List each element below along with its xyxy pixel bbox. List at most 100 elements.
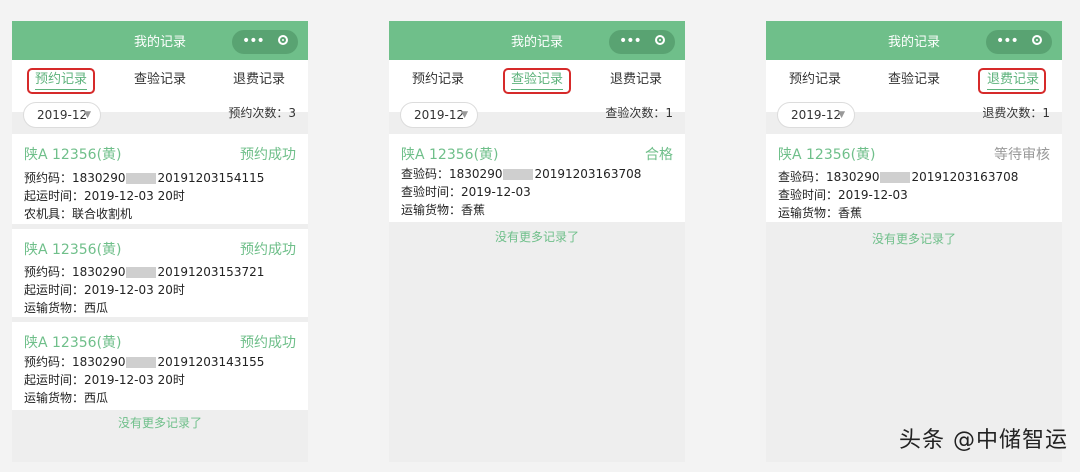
extra-row: 运输货物：香蕉 <box>401 201 485 218</box>
extra-label: 运输货物： <box>401 203 462 217</box>
code-prefix: 1830290 <box>72 265 126 279</box>
chevron-down-icon: ▼ <box>461 110 468 120</box>
code-row: 预约码： 1830290 20191203153721 <box>24 263 264 280</box>
redacted-block <box>503 168 534 180</box>
extra-row: 运输货物：西瓜 <box>24 389 108 406</box>
code-prefix: 1830290 <box>72 171 126 185</box>
time-row: 起运时间：2019-12-03 20时 <box>24 371 185 388</box>
time-row: 查验时间：2019-12-03 <box>401 183 531 200</box>
time-value: 2019-12-03 20时 <box>84 283 185 297</box>
no-more-records: 没有更多记录了 <box>494 230 579 244</box>
redacted-block <box>126 356 157 368</box>
tab-label: 预约记录 <box>411 72 464 87</box>
time-label: 查验时间： <box>401 185 462 199</box>
month-filter-value: 2019-12 <box>791 108 842 122</box>
code-suffix: 20191203154115 <box>157 171 265 185</box>
time-label: 起运时间： <box>24 283 85 297</box>
time-value: 2019-12-03 20时 <box>84 189 185 203</box>
code-suffix: 20191203163708 <box>534 167 642 181</box>
status-badge: 预约成功 <box>240 335 296 351</box>
plate-number: 陕A 12356(黄) <box>24 335 122 351</box>
code-prefix: 1830290 <box>72 355 126 369</box>
tab-reservation[interactable]: 预约记录 <box>389 60 487 100</box>
title-bar: 我的记录 ••• <box>12 21 308 60</box>
code-suffix: 20191203143155 <box>157 355 265 369</box>
tab-inspection[interactable]: 查验记录 <box>111 60 209 100</box>
redacted-block <box>126 172 157 184</box>
more-dots-icon[interactable]: ••• <box>242 30 265 52</box>
time-label: 起运时间： <box>24 373 85 387</box>
record-count: 查验次数：1 <box>605 106 673 120</box>
extra-value: 香蕉 <box>461 203 486 217</box>
mini-program-capsule[interactable]: ••• <box>609 30 675 54</box>
time-row: 起运时间：2019-12-03 20时 <box>24 187 185 204</box>
plate-number: 陕A 12356(黄) <box>778 147 876 163</box>
target-circle-icon[interactable] <box>1032 35 1042 45</box>
tab-label: 预约记录 <box>788 72 841 87</box>
code-row: 查验码： 1830290 20191203163708 <box>778 168 1018 185</box>
no-more-records: 没有更多记录了 <box>871 232 956 246</box>
tab-refund[interactable]: 退费记录 <box>587 60 685 100</box>
highlight-box <box>27 68 95 94</box>
record-card[interactable]: 陕A 12356(黄) 预约成功 预约码： 1830290 201912031537… <box>12 229 308 317</box>
extra-value: 香蕉 <box>838 206 863 220</box>
record-card[interactable]: 陕A 12356(黄) 预约成功 预约码： 1830290 201912031431… <box>12 322 308 410</box>
tab-reservation[interactable]: 预约记录 <box>766 60 864 100</box>
month-filter[interactable]: 2019-12 ▼ <box>777 102 855 128</box>
time-row: 起运时间：2019-12-03 20时 <box>24 281 185 298</box>
plate-number: 陕A 12356(黄) <box>24 242 122 258</box>
extra-label: 运输货物： <box>24 391 85 405</box>
code-prefix: 1830290 <box>826 170 880 184</box>
chevron-down-icon: ▼ <box>84 110 91 120</box>
extra-value: 西瓜 <box>84 391 109 405</box>
title-bar: 我的记录 ••• <box>766 21 1062 60</box>
code-label: 预约码： <box>24 265 73 279</box>
code-row: 预约码： 1830290 20191203154115 <box>24 169 264 186</box>
tab-refund[interactable]: 退费记录 <box>210 60 308 100</box>
phone-screen-refund: 我的记录 ••• 预约记录 查验记录 退费记录 2019-12 ▼ 退费次数：1… <box>766 21 1062 462</box>
extra-value: 联合收割机 <box>72 207 133 221</box>
tab-label: 退费记录 <box>232 72 285 87</box>
no-more-records: 没有更多记录了 <box>117 416 202 430</box>
code-row: 查验码： 1830290 20191203163708 <box>401 165 641 182</box>
mini-program-capsule[interactable]: ••• <box>232 30 298 54</box>
extra-label: 运输货物： <box>778 206 839 220</box>
tab-label: 查验记录 <box>887 72 940 87</box>
record-count: 预约次数：3 <box>228 106 296 120</box>
record-card[interactable]: 陕A 12356(黄) 预约成功 预约码： 1830290 201912031541… <box>12 134 308 224</box>
extra-label: 农机具： <box>24 207 73 221</box>
code-label: 查验码： <box>778 170 827 184</box>
month-filter[interactable]: 2019-12 ▼ <box>400 102 478 128</box>
record-count: 退费次数：1 <box>982 106 1050 120</box>
time-value: 2019-12-03 20时 <box>84 373 185 387</box>
chevron-down-icon: ▼ <box>838 110 845 120</box>
plate-number: 陕A 12356(黄) <box>401 147 499 163</box>
phone-screen-reservation: 我的记录 ••• 预约记录 查验记录 退费记录 2019-12 ▼ 预约次数：3… <box>12 21 308 462</box>
code-prefix: 1830290 <box>449 167 503 181</box>
time-row: 查验时间：2019-12-03 <box>778 186 908 203</box>
highlight-box <box>978 68 1046 94</box>
tab-label: 查验记录 <box>133 72 186 87</box>
tab-inspection[interactable]: 查验记录 <box>865 60 963 100</box>
time-value: 2019-12-03 <box>838 188 908 202</box>
record-card[interactable]: 陕A 12356(黄) 等待审核 查验码： 1830290 201912031637… <box>766 134 1062 222</box>
month-filter-value: 2019-12 <box>37 108 88 122</box>
plate-number: 陕A 12356(黄) <box>24 147 122 163</box>
highlight-box <box>503 68 571 94</box>
extra-row: 运输货物：西瓜 <box>24 299 108 316</box>
record-card[interactable]: 陕A 12356(黄) 合格 查验码： 1830290 20191203163708… <box>389 134 685 222</box>
status-badge: 预约成功 <box>240 242 296 258</box>
tab-label: 退费记录 <box>609 72 662 87</box>
month-filter-value: 2019-12 <box>414 108 465 122</box>
month-filter[interactable]: 2019-12 ▼ <box>23 102 101 128</box>
extra-value: 西瓜 <box>84 301 109 315</box>
code-label: 预约码： <box>24 171 73 185</box>
code-row: 预约码： 1830290 20191203143155 <box>24 353 264 370</box>
target-circle-icon[interactable] <box>655 35 665 45</box>
time-label: 起运时间： <box>24 189 85 203</box>
target-circle-icon[interactable] <box>278 35 288 45</box>
time-value: 2019-12-03 <box>461 185 531 199</box>
mini-program-capsule[interactable]: ••• <box>986 30 1052 54</box>
more-dots-icon[interactable]: ••• <box>996 30 1019 52</box>
more-dots-icon[interactable]: ••• <box>619 30 642 52</box>
